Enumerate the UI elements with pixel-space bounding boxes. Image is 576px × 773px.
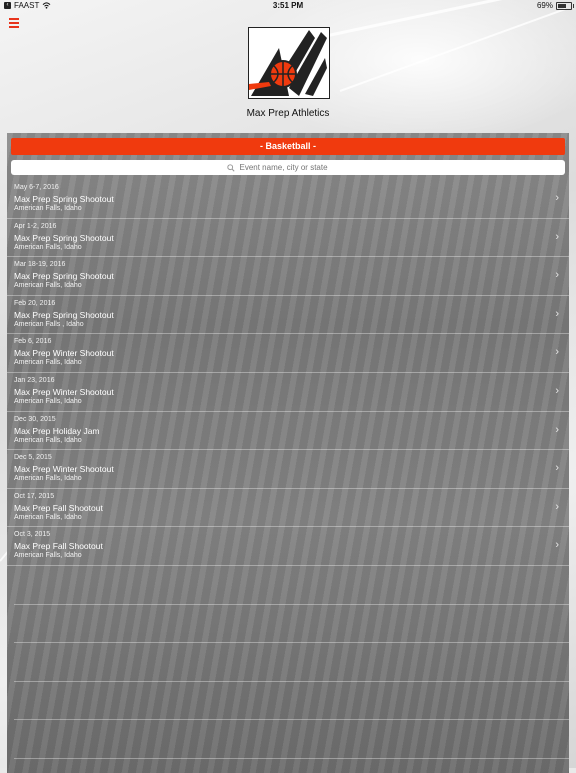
event-name: Max Prep Winter Shootout (14, 348, 114, 359)
event-location: American Falls, Idaho (14, 513, 82, 521)
chevron-right-icon: › (555, 307, 559, 320)
event-location: American Falls, Idaho (14, 282, 82, 290)
chevron-right-icon: › (555, 384, 559, 397)
event-name: Max Prep Fall Shootout (14, 541, 103, 552)
chevron-right-icon: › (555, 230, 559, 243)
event-location: American Falls, Idaho (14, 243, 82, 251)
event-date: Feb 6, 2016 (14, 338, 52, 346)
event-name: Max Prep Spring Shootout (14, 194, 114, 204)
event-row[interactable]: Dec 30, 2015 Max Prep Holiday Jam Americ… (7, 412, 569, 451)
event-location: American Falls, Idaho (14, 552, 82, 560)
event-date: Dec 30, 2015 (14, 415, 56, 423)
empty-row (14, 720, 569, 759)
event-location: American Falls, Idaho (14, 475, 82, 483)
event-row[interactable]: Oct 17, 2015 Max Prep Fall Shootout Amer… (7, 489, 569, 528)
event-name: Max Prep Spring Shootout (14, 309, 114, 320)
battery-level (558, 3, 567, 8)
event-date: Mar 18-19, 2016 (14, 261, 66, 269)
empty-row (14, 566, 569, 605)
chevron-right-icon: › (555, 269, 559, 282)
status-time: 3:51 PM (272, 1, 304, 10)
event-row[interactable]: Feb 6, 2016 Max Prep Winter Shootout Ame… (7, 334, 569, 373)
hamburger-icon[interactable] (9, 17, 20, 28)
event-date: Dec 5, 2015 (14, 454, 52, 462)
chevron-right-icon: › (555, 539, 559, 552)
event-row[interactable]: Mar 18-19, 2016 Max Prep Spring Shootout… (7, 257, 569, 296)
status-bar: ‹ FAAST 3:51 PM 69% (0, 0, 576, 12)
event-date: Apr 1-2, 2016 (14, 222, 57, 230)
event-location: American Falls, Idaho (14, 436, 82, 444)
empty-row (14, 643, 569, 682)
chevron-right-icon: › (555, 423, 559, 436)
events-panel: - Basketball - May 6-7, 2016 Max Prep Sp… (7, 133, 569, 773)
event-date: Jan 23, 2016 (14, 376, 55, 384)
chevron-right-icon: › (555, 192, 559, 204)
org-logo (248, 27, 330, 99)
event-location: American Falls , Idaho (14, 320, 84, 328)
event-name: Max Prep Spring Shootout (14, 232, 114, 243)
battery-icon (556, 1, 574, 10)
event-row[interactable]: Apr 1-2, 2016 Max Prep Spring Shootout A… (7, 219, 569, 258)
chevron-right-icon: › (555, 462, 559, 475)
event-row[interactable]: May 6-7, 2016 Max Prep Spring Shootout A… (7, 180, 569, 219)
event-location: American Falls, Idaho (14, 397, 82, 405)
empty-row (14, 605, 569, 644)
event-row[interactable]: Jan 23, 2016 Max Prep Winter Shootout Am… (7, 373, 569, 412)
org-name: Max Prep Athletics (246, 108, 330, 119)
events-list: May 6-7, 2016 Max Prep Spring Shootout A… (7, 180, 569, 759)
event-row[interactable]: Dec 5, 2015 Max Prep Winter Shootout Ame… (7, 450, 569, 489)
search-input[interactable] (239, 163, 350, 172)
search-bar[interactable] (11, 160, 565, 175)
empty-row (14, 682, 569, 721)
event-name: Max Prep Holiday Jam (14, 425, 100, 436)
event-date: May 6-7, 2016 (14, 184, 59, 191)
event-name: Max Prep Spring Shootout (14, 271, 114, 282)
event-name: Max Prep Winter Shootout (14, 464, 114, 475)
event-row[interactable]: Feb 20, 2016 Max Prep Spring Shootout Am… (7, 296, 569, 335)
event-name: Max Prep Fall Shootout (14, 502, 103, 513)
event-date: Feb 20, 2016 (14, 299, 56, 307)
event-date: Oct 3, 2015 (14, 531, 51, 539)
event-row[interactable]: Oct 3, 2015 Max Prep Fall Shootout Ameri… (7, 527, 569, 566)
chevron-right-icon: › (555, 500, 559, 513)
event-date: Oct 17, 2015 (14, 492, 55, 500)
chevron-right-icon: › (555, 346, 559, 359)
search-icon (226, 163, 235, 172)
event-location: American Falls, Idaho (14, 359, 82, 367)
status-right: 69% (536, 1, 574, 10)
battery-percent: 69% (536, 1, 553, 10)
event-location: American Falls, Idaho (14, 205, 82, 212)
sport-selector-button[interactable]: - Basketball - (11, 138, 565, 155)
event-name: Max Prep Winter Shootout (14, 386, 114, 397)
